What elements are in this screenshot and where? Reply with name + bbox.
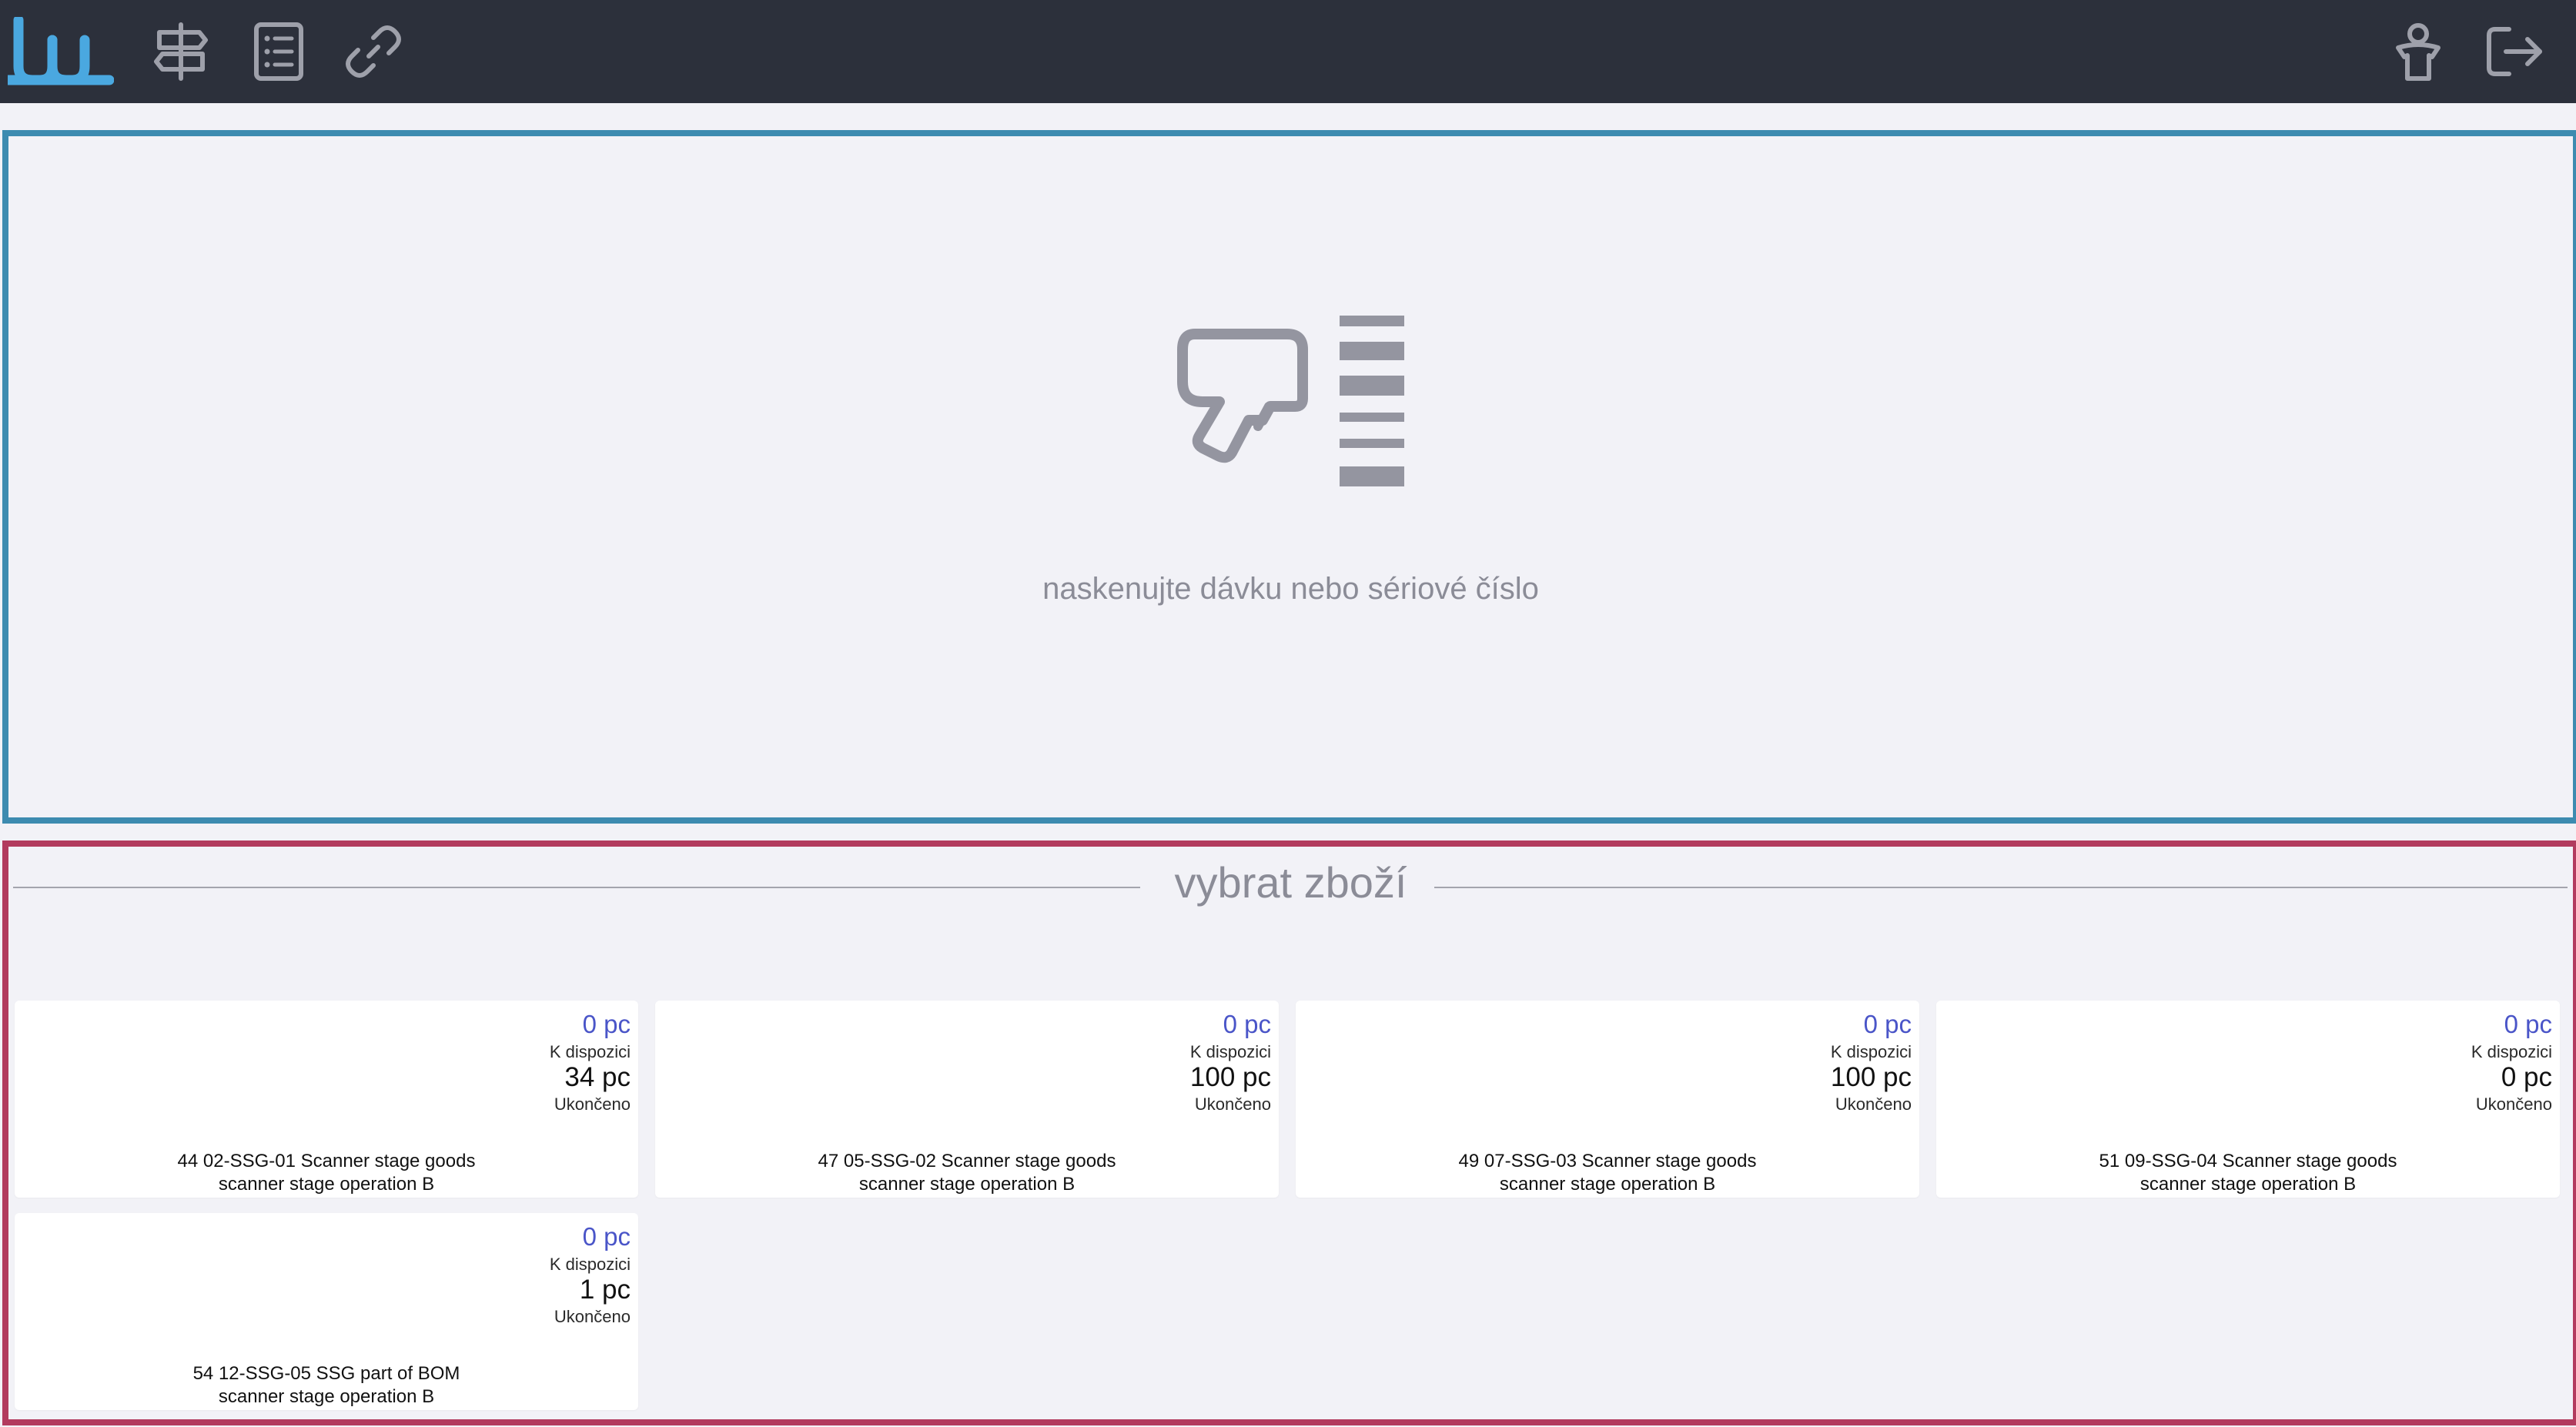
list-icon[interactable] xyxy=(248,0,309,103)
goods-card[interactable]: 0 pc K dispozici 100 pc Ukončeno 49 07-S… xyxy=(1296,1001,1919,1198)
goods-operation: scanner stage operation B xyxy=(1499,1174,1716,1195)
signpost-icon[interactable] xyxy=(150,0,212,103)
available-label: K dispozici xyxy=(1830,1042,1912,1061)
selected-quantity: 0 pc xyxy=(582,1010,631,1038)
selected-quantity: 0 pc xyxy=(1223,1010,1271,1038)
goods-selection-panel: vybrat zboží 0 pc K dispozici 34 pc Ukon… xyxy=(2,840,2576,1425)
goods-operation: scanner stage operation B xyxy=(218,1386,435,1407)
top-navigation-bar xyxy=(0,0,2576,103)
available-quantity: 100 pc xyxy=(1830,1062,1912,1092)
finished-label: Ukončeno xyxy=(1194,1094,1271,1114)
goods-card[interactable]: 0 pc K dispozici 1 pc Ukončeno 54 12-SSG… xyxy=(15,1213,638,1410)
goods-name: 54 12-SSG-05 SSG part of BOM xyxy=(192,1363,460,1384)
available-label: K dispozici xyxy=(1189,1042,1271,1061)
finished-label: Ukončeno xyxy=(2475,1094,2552,1114)
selected-quantity: 0 pc xyxy=(582,1222,631,1251)
goods-operation: scanner stage operation B xyxy=(858,1174,1076,1195)
goods-name: 47 05-SSG-02 Scanner stage goods xyxy=(818,1151,1116,1171)
selected-quantity: 0 pc xyxy=(2504,1010,2552,1038)
goods-card[interactable]: 0 pc K dispozici 0 pc Ukončeno 51 09-SSG… xyxy=(1936,1001,2560,1198)
available-quantity: 100 pc xyxy=(1189,1062,1271,1092)
scan-panel[interactable]: naskenujte dávku nebo sériové číslo xyxy=(2,130,2576,824)
selected-quantity: 0 pc xyxy=(1863,1010,1912,1038)
goods-title: vybrat zboží xyxy=(8,857,2573,907)
available-label: K dispozici xyxy=(549,1042,631,1061)
finished-label: Ukončeno xyxy=(554,1094,631,1114)
goods-name: 51 09-SSG-04 Scanner stage goods xyxy=(2099,1151,2397,1171)
goods-name: 44 02-SSG-01 Scanner stage goods xyxy=(177,1151,476,1171)
user-icon[interactable] xyxy=(2391,0,2445,103)
logout-icon[interactable] xyxy=(2483,0,2548,103)
available-label: K dispozici xyxy=(2471,1042,2552,1061)
available-quantity: 1 pc xyxy=(579,1275,631,1305)
link-icon[interactable] xyxy=(340,0,406,103)
goods-operation: scanner stage operation B xyxy=(218,1174,435,1195)
barcode-scanner-icon xyxy=(1172,316,1410,500)
available-label: K dispozici xyxy=(549,1255,631,1274)
available-quantity: 0 pc xyxy=(2501,1062,2552,1092)
available-quantity: 34 pc xyxy=(564,1062,631,1092)
goods-operation: scanner stage operation B xyxy=(2139,1174,2357,1195)
finished-label: Ukončeno xyxy=(1835,1094,1912,1114)
goods-card[interactable]: 0 pc K dispozici 100 pc Ukončeno 47 05-S… xyxy=(655,1001,1279,1198)
goods-card[interactable]: 0 pc K dispozici 34 pc Ukončeno 44 02-SS… xyxy=(15,1001,638,1198)
goods-name: 49 07-SSG-03 Scanner stage goods xyxy=(1458,1151,1757,1171)
scan-hint-text: naskenujte dávku nebo sériové číslo xyxy=(1042,572,1539,606)
logo-mark xyxy=(8,17,114,85)
app-logo[interactable] xyxy=(6,0,115,103)
finished-label: Ukončeno xyxy=(554,1307,631,1326)
